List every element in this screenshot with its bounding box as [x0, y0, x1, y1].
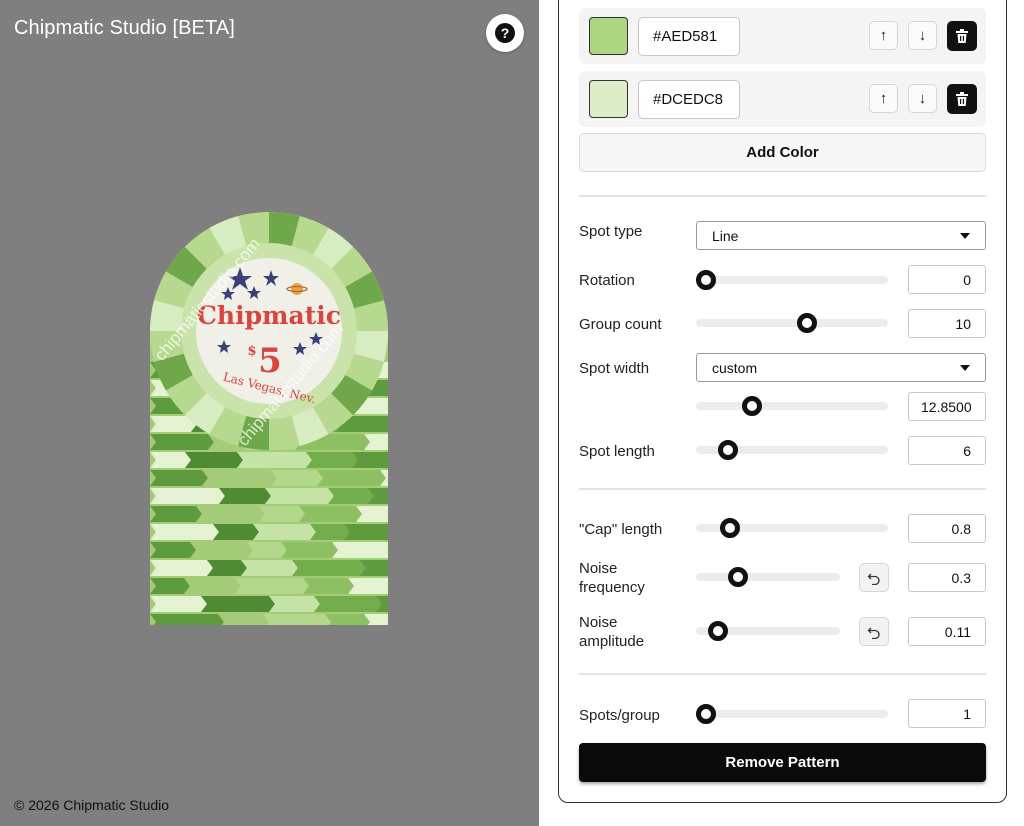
chevron-down-icon	[960, 232, 970, 239]
slider-track	[696, 710, 888, 718]
noise-frequency-label: Noise frequency	[579, 560, 645, 596]
arrow-up-icon: ↑	[879, 27, 888, 44]
trash-icon	[956, 92, 968, 106]
move-up-button[interactable]: ↑	[869, 84, 898, 113]
noise-amplitude-slider[interactable]	[696, 621, 840, 641]
undo-icon	[867, 627, 880, 639]
slider-track	[696, 573, 840, 581]
divider	[579, 488, 986, 490]
move-up-button[interactable]: ↑	[869, 21, 898, 50]
slider-thumb[interactable]	[728, 567, 749, 587]
noise-amplitude-input[interactable]	[908, 617, 986, 646]
divider	[579, 673, 986, 675]
spot-type-label: Spot type	[579, 223, 643, 240]
cap-length-label: "Cap" length	[579, 521, 663, 538]
app-title: Chipmatic Studio [BETA]	[14, 17, 235, 39]
delete-color-button[interactable]	[947, 84, 977, 114]
slider-track	[696, 276, 888, 284]
chip-canvas[interactable]: Chipmatic Studio [BETA] ? Chipmatic $ 5 …	[0, 0, 539, 826]
spot-width-label: Spot width	[579, 360, 650, 377]
noise-frequency-slider[interactable]	[696, 567, 840, 587]
color-swatch[interactable]	[589, 80, 628, 118]
move-down-button[interactable]: ↓	[908, 84, 937, 113]
slider-thumb[interactable]	[718, 440, 739, 460]
color-hex-input[interactable]	[638, 80, 740, 119]
slider-thumb[interactable]	[742, 396, 763, 416]
chip-brand: Chipmatic	[197, 301, 341, 330]
spot-length-input[interactable]	[908, 436, 986, 465]
trash-icon	[956, 29, 968, 43]
rotation-input[interactable]	[908, 265, 986, 294]
color-row: ↑ ↓	[579, 71, 986, 127]
undo-icon	[867, 573, 880, 585]
spot-width-select[interactable]: custom	[696, 353, 986, 382]
spots-per-group-slider[interactable]	[696, 704, 888, 724]
color-row: ↑ ↓	[579, 8, 986, 64]
arrow-down-icon: ↓	[918, 90, 927, 107]
divider	[579, 195, 986, 197]
move-down-button[interactable]: ↓	[908, 21, 937, 50]
group-count-label: Group count	[579, 316, 662, 333]
slider-thumb[interactable]	[696, 270, 716, 290]
slider-track	[696, 319, 888, 327]
spot-length-slider[interactable]	[696, 440, 888, 460]
noise-amplitude-label: Noise amplitude	[579, 614, 645, 650]
cap-length-slider[interactable]	[696, 518, 888, 538]
delete-color-button[interactable]	[947, 21, 977, 51]
rotation-label: Rotation	[579, 272, 635, 289]
spot-length-label: Spot length	[579, 443, 655, 460]
slider-track	[696, 402, 888, 410]
reset-noise-amplitude-button[interactable]	[859, 617, 889, 646]
color-hex-input[interactable]	[638, 17, 740, 56]
group-count-input[interactable]	[908, 309, 986, 338]
spot-width-select-value: custom	[712, 359, 758, 376]
reset-noise-frequency-button[interactable]	[859, 563, 889, 592]
group-count-slider[interactable]	[696, 313, 888, 333]
add-color-button[interactable]: Add Color	[579, 133, 986, 172]
arrow-up-icon: ↑	[879, 90, 888, 107]
slider-thumb[interactable]	[708, 621, 729, 641]
slider-thumb[interactable]	[720, 518, 741, 538]
remove-pattern-button[interactable]: Remove Pattern	[579, 743, 986, 782]
cap-length-input[interactable]	[908, 514, 986, 543]
color-swatch[interactable]	[589, 17, 628, 55]
chip-preview: Chipmatic $ 5 Las Vegas, Nev. chipmatics…	[150, 212, 388, 625]
spot-width-slider[interactable]	[696, 396, 888, 416]
spot-width-input[interactable]	[908, 392, 986, 421]
noise-frequency-input[interactable]	[908, 563, 986, 592]
chip-denomination: 5	[258, 341, 282, 381]
rotation-slider[interactable]	[696, 270, 888, 290]
help-button[interactable]: ?	[486, 14, 524, 52]
chip-currency: $	[247, 344, 256, 359]
help-icon: ?	[495, 23, 515, 43]
spots-per-group-label: Spots/group	[579, 707, 660, 724]
spot-type-value: Line	[712, 227, 739, 244]
chevron-down-icon	[960, 364, 970, 371]
footer-copyright: © 2026 Chipmatic Studio	[14, 797, 170, 813]
arrow-down-icon: ↓	[918, 27, 927, 44]
slider-thumb[interactable]	[797, 313, 818, 333]
slider-thumb[interactable]	[696, 704, 716, 724]
spots-per-group-input[interactable]	[908, 699, 986, 728]
spot-type-select[interactable]: Line	[696, 221, 986, 250]
